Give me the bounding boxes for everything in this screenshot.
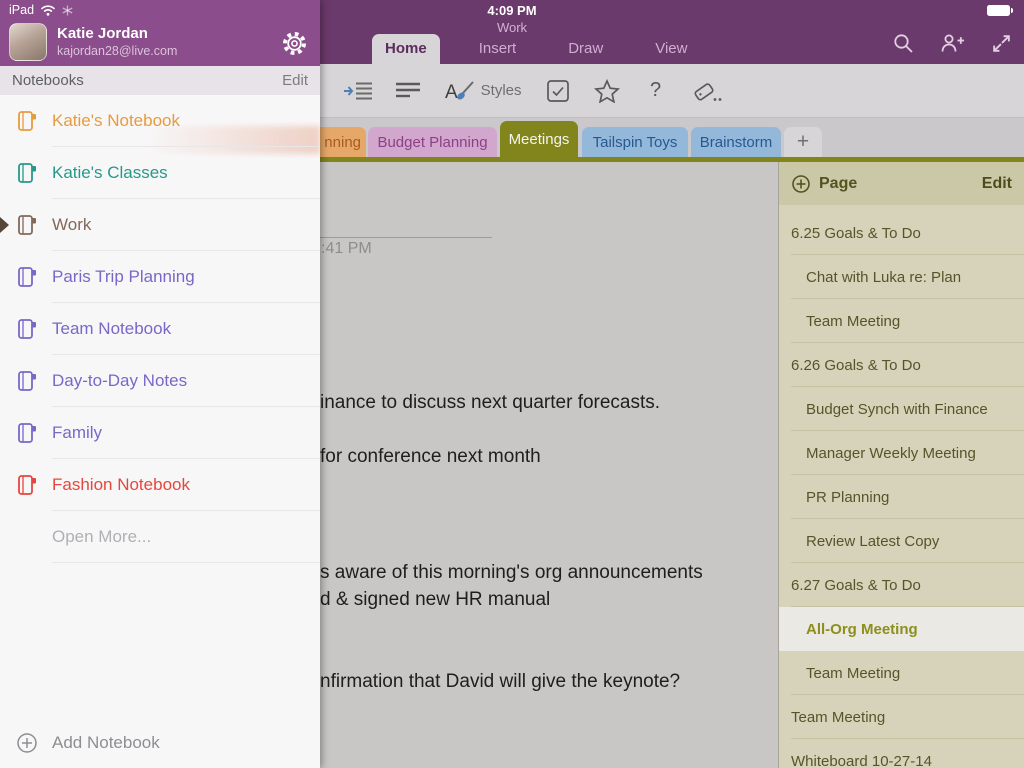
page-list-item[interactable]: Manager Weekly Meeting	[779, 431, 1024, 475]
search-icon[interactable]	[892, 32, 915, 55]
ios-status-left: iPad	[9, 3, 73, 17]
notebook-item-katies-classes[interactable]: Katie's Classes	[0, 147, 320, 199]
todo-checkbox-icon	[546, 79, 570, 103]
tab-draw[interactable]: Draw	[555, 34, 616, 64]
notebook-icon	[16, 162, 38, 184]
notebook-icon	[16, 370, 38, 392]
page-list-panel: Page Edit 6.25 Goals & To Do Chat with L…	[778, 162, 1024, 768]
tab-view[interactable]: View	[642, 34, 700, 64]
device-label: iPad	[9, 3, 34, 17]
sidebar-account-header: iPad Katie Jordan kajordan28@live.com	[0, 0, 320, 66]
notebook-item-paris-trip-planning[interactable]: Paris Trip Planning	[0, 251, 320, 303]
open-more-notebooks[interactable]: Open More...	[0, 511, 320, 563]
page-list-item[interactable]: 6.27 Goals & To Do	[779, 563, 1024, 607]
question-tag-button[interactable]: ?	[643, 79, 669, 102]
notebooks-title: Notebooks	[12, 72, 84, 89]
edit-pages-button[interactable]: Edit	[982, 175, 1012, 193]
page-title-underline	[318, 237, 492, 238]
page-list-item[interactable]: Review Latest Copy	[779, 519, 1024, 563]
page-list-item[interactable]: 6.26 Goals & To Do	[779, 343, 1024, 387]
onenote-app-window: 4:09 PM Work Home Insert Draw View	[0, 0, 1024, 768]
important-tag-button[interactable]	[594, 79, 620, 103]
page-list-item[interactable]: Team Meeting	[779, 651, 1024, 695]
paragraph-options-button[interactable]	[396, 81, 422, 101]
user-avatar[interactable]	[9, 23, 47, 61]
notebook-icon	[16, 422, 38, 444]
edit-notebooks-button[interactable]: Edit	[282, 72, 308, 89]
open-notebook-arrow-icon	[0, 217, 9, 233]
note-text-line: d & signed new HR manual	[320, 589, 550, 611]
star-icon	[594, 79, 620, 103]
add-page-button[interactable]: Page	[791, 174, 857, 194]
page-list-item[interactable]: PR Planning	[779, 475, 1024, 519]
notebook-item-katies-notebook[interactable]: Katie's Notebook	[0, 95, 320, 147]
user-email: kajordan28@live.com	[57, 44, 177, 58]
notebooks-list-header: Notebooks Edit	[0, 66, 320, 95]
notebook-item-work-open[interactable]: Work	[0, 199, 320, 251]
styles-brush-icon: A	[445, 79, 475, 103]
styles-button[interactable]: A Styles	[445, 79, 522, 103]
battery-icon	[987, 5, 1014, 16]
notebooks-sidebar: iPad Katie Jordan kajordan28@live.com	[0, 0, 320, 768]
add-section-tab[interactable]: +	[784, 127, 822, 157]
page-list-item[interactable]: 6.25 Goals & To Do	[779, 211, 1024, 255]
page-list: 6.25 Goals & To Do Chat with Luka re: Pl…	[779, 205, 1024, 768]
wifi-icon	[40, 5, 56, 16]
section-tab-brainstorm[interactable]: Brainstorm	[691, 127, 781, 157]
page-panel-header: Page Edit	[779, 162, 1024, 205]
notebook-icon	[16, 266, 38, 288]
share-add-person-icon[interactable]	[940, 32, 966, 55]
notebook-icon	[16, 110, 38, 132]
add-notebook-plus-icon	[16, 732, 38, 754]
ribbon-tab-bar: Home Insert Draw View	[372, 34, 700, 64]
section-tab-meetings-active[interactable]: Meetings	[500, 121, 578, 157]
notebook-list: Katie's Notebook Katie's Classes Work Pa…	[0, 95, 320, 718]
user-name: Katie Jordan	[57, 25, 148, 42]
notebook-item-team-notebook[interactable]: Team Notebook	[0, 303, 320, 355]
page-list-item-selected[interactable]: All-Org Meeting	[779, 607, 1024, 651]
page-list-item[interactable]: Budget Synch with Finance	[779, 387, 1024, 431]
tab-insert[interactable]: Insert	[466, 34, 530, 64]
indent-button[interactable]	[343, 81, 373, 101]
notebook-icon	[16, 214, 38, 236]
fullscreen-expand-icon[interactable]	[991, 33, 1012, 54]
notebook-item-day-to-day-notes[interactable]: Day-to-Day Notes	[0, 355, 320, 407]
ribbon-right-icons	[892, 32, 1012, 55]
page-list-item[interactable]: Team Meeting	[779, 299, 1024, 343]
notebook-item-fashion-notebook[interactable]: Fashion Notebook	[0, 459, 320, 511]
sync-spinner-icon	[62, 5, 73, 16]
page-list-item[interactable]: Team Meeting	[779, 695, 1024, 739]
notebook-icon	[16, 318, 38, 340]
tag-icon	[692, 79, 722, 103]
todo-tag-button[interactable]	[545, 79, 571, 103]
add-notebook-button[interactable]: Add Notebook	[0, 718, 320, 768]
section-tab-tailspin-toys[interactable]: Tailspin Toys	[582, 127, 688, 157]
note-text-line: nfirmation that David will give the keyn…	[320, 671, 680, 693]
more-tags-button[interactable]	[692, 79, 722, 103]
notebook-icon	[16, 474, 38, 496]
svg-text:A: A	[445, 82, 458, 103]
tab-home[interactable]: Home	[372, 34, 440, 64]
note-text-line: for conference next month	[320, 446, 541, 468]
notebook-item-family[interactable]: Family	[0, 407, 320, 459]
page-list-item[interactable]: Chat with Luka re: Plan	[779, 255, 1024, 299]
paragraph-lines-icon	[396, 81, 422, 101]
note-text-line: s aware of this morning's org announceme…	[320, 562, 703, 584]
page-list-item[interactable]: Whiteboard 10-27-14	[779, 739, 1024, 768]
indent-icon	[343, 81, 373, 101]
note-text-line: inance to discuss next quarter forecasts…	[320, 392, 660, 414]
add-page-icon	[791, 174, 811, 194]
page-date-time: :41 PM	[321, 240, 372, 258]
section-tab-budget-planning[interactable]: Budget Planning	[368, 127, 497, 157]
settings-gear-icon[interactable]	[281, 30, 308, 62]
